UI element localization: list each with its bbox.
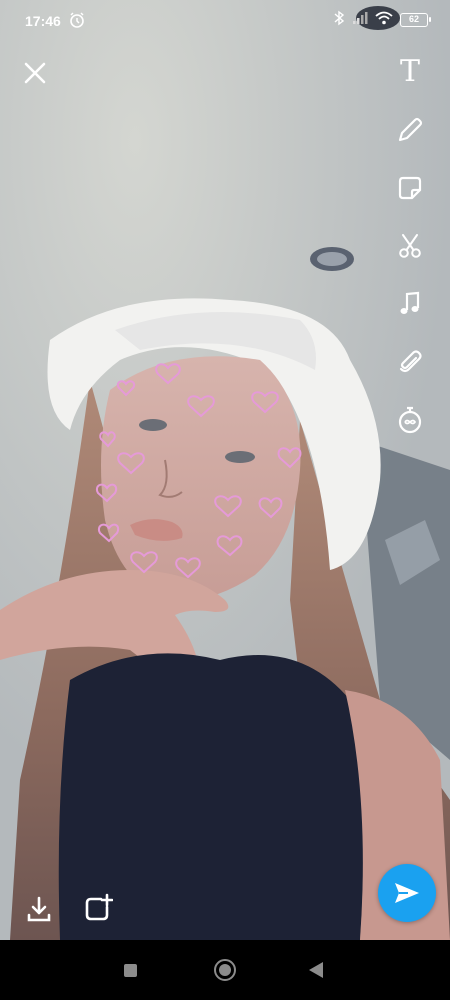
paperclip-icon	[399, 350, 422, 373]
add-story-icon	[85, 893, 113, 921]
signal-icon	[352, 11, 368, 28]
recents-square-icon[interactable]	[124, 964, 137, 977]
back-triangle-icon[interactable]	[309, 962, 323, 978]
download-button[interactable]	[22, 892, 56, 926]
status-bar: 17:46 62	[0, 0, 450, 42]
close-icon	[24, 62, 46, 84]
sticker-icon	[398, 176, 422, 200]
sticker-tool-button[interactable]	[390, 168, 430, 208]
home-circle-icon[interactable]	[214, 959, 236, 981]
selfie-image	[0, 0, 450, 940]
send-button[interactable]	[378, 864, 436, 922]
scissors-tool-button[interactable]	[390, 226, 430, 266]
send-arrow-icon	[395, 883, 419, 903]
download-icon	[27, 896, 51, 922]
alarm-icon	[68, 11, 86, 32]
pencil-tool-button[interactable]	[390, 110, 430, 150]
battery-icon: 62	[400, 12, 431, 27]
add-to-story-button[interactable]	[80, 890, 116, 926]
editing-tools: T	[390, 52, 430, 458]
text-tool-icon: T	[399, 54, 420, 89]
pencil-icon	[398, 117, 423, 142]
timer-tool-button[interactable]	[390, 400, 430, 440]
system-navigation-bar	[0, 940, 450, 1000]
timer-icon	[398, 406, 422, 434]
photo-preview	[0, 0, 450, 940]
wifi-icon	[375, 11, 393, 28]
bluetooth-icon	[333, 10, 345, 29]
text-tool-button[interactable]: T	[390, 52, 430, 92]
music-note-icon	[400, 291, 420, 314]
music-tool-button[interactable]	[390, 284, 430, 324]
status-time: 17:46	[25, 13, 61, 29]
close-button[interactable]	[20, 58, 50, 88]
attachment-tool-button[interactable]	[390, 342, 430, 382]
scissors-icon	[399, 234, 421, 258]
